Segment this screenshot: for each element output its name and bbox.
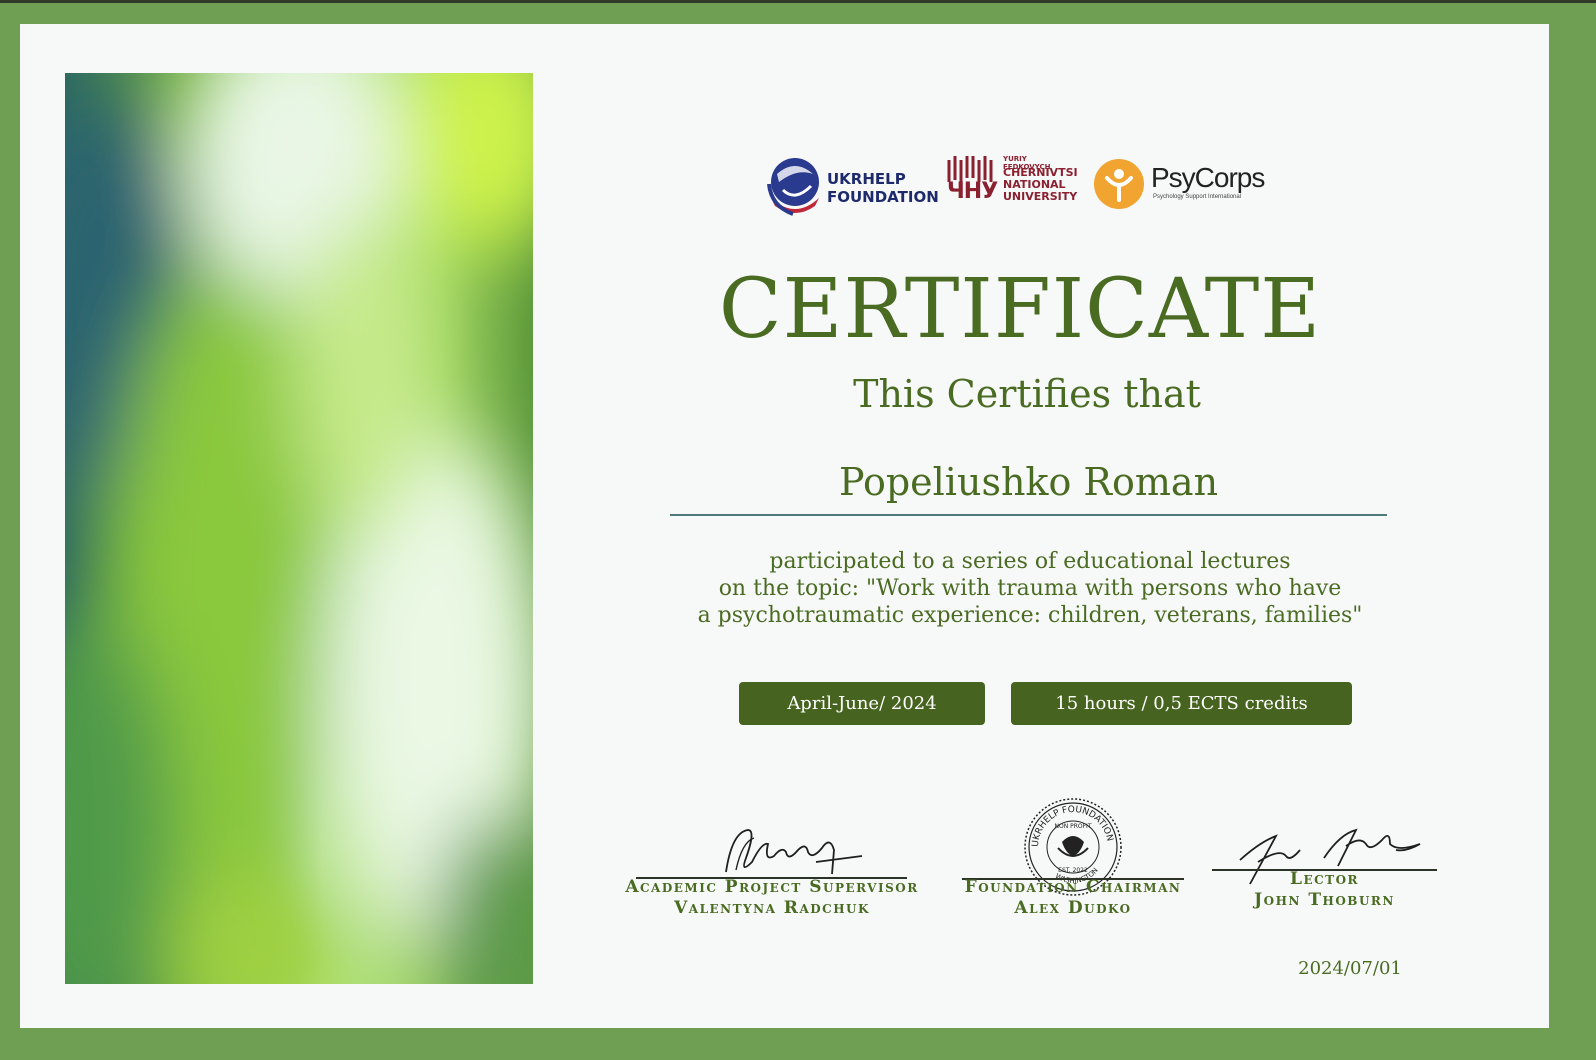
top-edge-line [0, 0, 1596, 3]
chnu-letters: ЧНУ [947, 179, 998, 204]
ukrhelp-logo: UKRHELP FOUNDATION [767, 154, 939, 220]
stamp-inner-text: NON PROFIT [1054, 823, 1091, 830]
lector-role: Lector [1289, 869, 1359, 889]
stamp-est-text: EST. 2022 [1058, 867, 1088, 874]
chernivtsi-line3: UNIVERSITY [1003, 190, 1078, 203]
lector-name: John Thoburn [1254, 890, 1395, 910]
description-line-1: participated to a series of educational … [769, 549, 1291, 574]
certificate-title: CERTIFICATE [718, 262, 1322, 357]
credits-badge: 15 hours / 0,5 ECTS credits [1011, 682, 1352, 725]
supervisor-role: Academic Project Supervisor [625, 877, 919, 897]
description: participated to a series of educational … [640, 548, 1420, 629]
chairman-role: Foundation Chairman [964, 877, 1182, 897]
chernivtsi-name: CHERNIVTSI NATIONAL UNIVERSITY [1003, 167, 1078, 203]
chernivtsi-university-logo: ЧНУ YURIY FEDKOVYCH CHERNIVTSI NATIONAL … [945, 152, 1078, 212]
lector-block: Lector John Thoburn [1212, 869, 1437, 911]
period-badge: April-June/ 2024 [739, 682, 985, 725]
supervisor-signature [725, 829, 863, 875]
description-line-2: on the topic: "Work with trauma with per… [718, 576, 1342, 601]
ukrhelp-name: UKRHELP FOUNDATION [827, 170, 939, 206]
psycorps-logo: PsyCorps Psychology Support Internationa… [1093, 158, 1283, 214]
recipient-underline [670, 514, 1387, 516]
globe-hands-icon [767, 158, 819, 216]
ukrhelp-line1: UKRHELP [827, 170, 906, 188]
description-line-3: a psychotraumatic experience: children, … [697, 603, 1363, 628]
person-circle-icon [1094, 159, 1144, 209]
gradient-artwork-panel [65, 73, 533, 984]
chairman-block: Foundation Chairman Alex Dudko [925, 877, 1221, 919]
recipient-name: Popeliushko Roman [838, 460, 1219, 504]
certificate-subtitle: This Certifies that [853, 372, 1201, 416]
supervisor-name: Valentyna Radchuk [674, 898, 870, 918]
chairman-name: Alex Dudko [1014, 898, 1132, 918]
ukrhelp-line2: FOUNDATION [827, 188, 939, 206]
psycorps-name: PsyCorps [1151, 162, 1265, 193]
psycorps-tagline: Psychology Support International [1153, 194, 1242, 200]
supervisor-block: Academic Project Supervisor Valentyna Ra… [600, 877, 944, 919]
gradient-artwork [65, 73, 533, 984]
chnu-mark: ЧНУ [945, 156, 998, 204]
partner-logos: UKRHELP FOUNDATION ЧНУ YURIY FEDKOVYCH C… [765, 150, 1285, 220]
issue-date: 2024/07/01 [1298, 958, 1402, 979]
